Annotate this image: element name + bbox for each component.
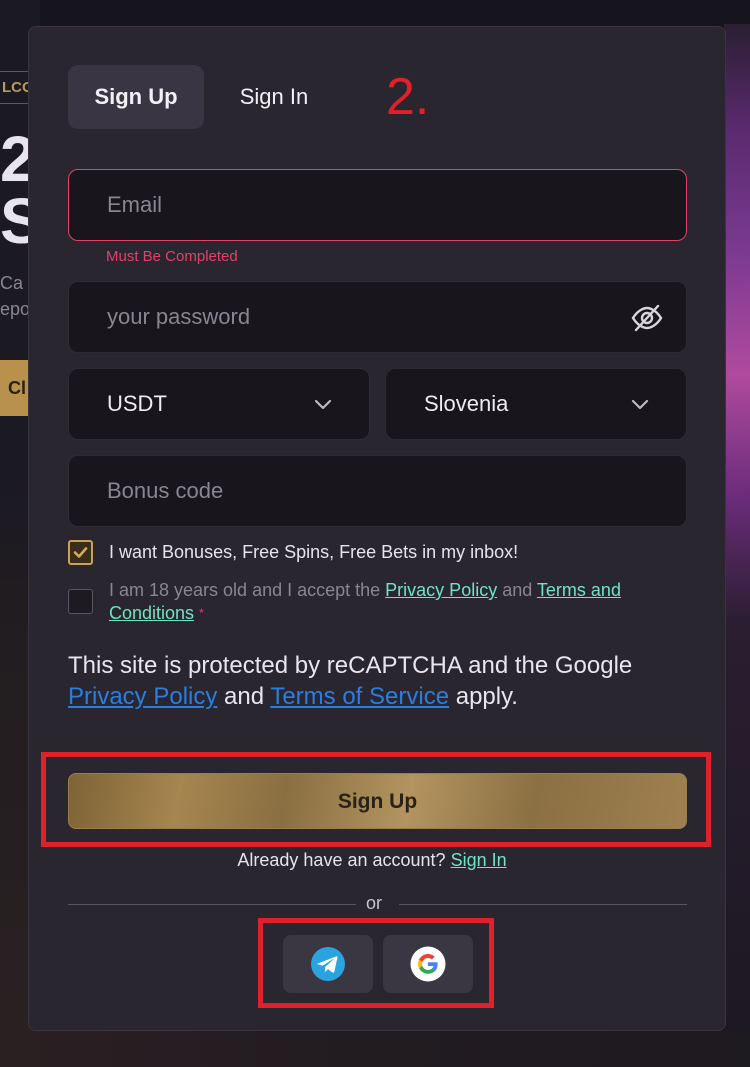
background-footer-art [0,1030,750,1067]
email-placeholder: Email [107,192,163,217]
recaptcha-prefix: This site is protected by reCAPTCHA and … [68,652,633,679]
email-field[interactable]: Email [68,169,687,241]
country-select[interactable]: Slovenia [385,368,687,440]
recaptcha-suffix: apply. [449,683,518,710]
password-placeholder: your password [107,304,251,329]
bonuses-checkbox-label: I want Bonuses, Free Spins, Free Bets in… [109,542,519,562]
privacy-policy-link[interactable]: Privacy Policy [385,580,497,600]
terms-checkbox-label: I am 18 years old and I accept the Priva… [109,579,679,625]
terms-checkbox[interactable] [68,589,93,614]
country-value: Slovenia [424,391,509,416]
tab-sign-up[interactable]: Sign Up [68,65,204,129]
terms-middle-text: and [497,580,537,600]
recaptcha-notice: This site is protected by reCAPTCHA and … [68,650,698,712]
bonus-code-placeholder: Bonus code [107,478,224,503]
recaptcha-middle: and [217,683,271,710]
divider-left [68,904,356,905]
annotation-highlight-social [258,918,494,1008]
currency-value: USDT [107,391,167,416]
email-error-message: Must Be Completed [106,248,238,265]
annotation-highlight-submit [41,752,711,847]
google-privacy-link[interactable]: Privacy Policy [68,683,217,710]
step-annotation: 2. [386,68,430,126]
eye-slash-icon[interactable] [630,302,664,334]
already-have-account: Already have an account? Sign In [0,850,750,871]
required-mark: * [199,606,204,620]
google-terms-link[interactable]: Terms of Service [270,683,449,710]
chevron-down-icon [313,394,333,414]
bonuses-checkbox[interactable] [68,540,93,565]
terms-prefix-text: I am 18 years old and I accept the [109,580,386,600]
currency-select[interactable]: USDT [68,368,370,440]
sign-in-link[interactable]: Sign In [451,850,507,870]
bonus-code-field[interactable]: Bonus code [68,455,687,527]
chevron-down-icon [630,394,650,414]
tab-sign-in[interactable]: Sign In [218,65,330,129]
password-field[interactable]: your password [68,281,687,353]
already-text: Already have an account? [237,850,446,870]
divider-right [399,904,687,905]
checkmark-icon [73,547,88,558]
or-separator: or [366,893,383,913]
background-promo-art [724,24,750,1054]
